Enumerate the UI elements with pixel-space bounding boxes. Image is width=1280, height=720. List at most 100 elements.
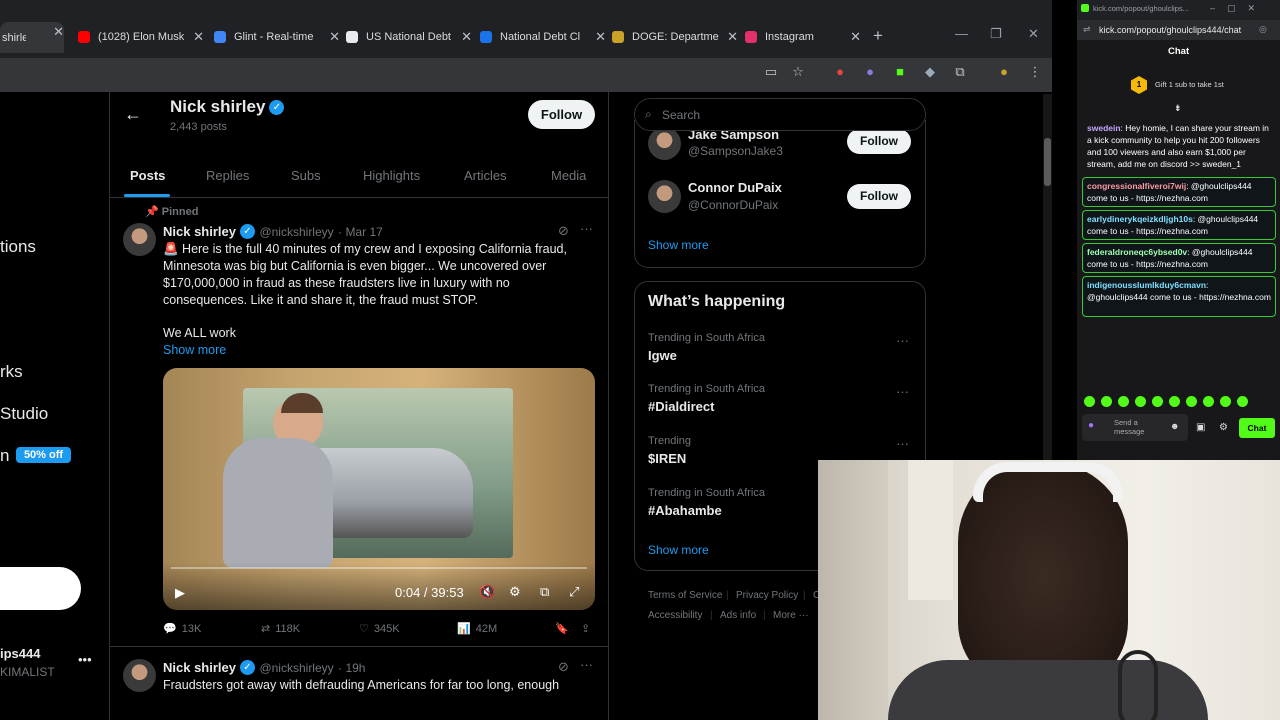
browser-tab[interactable]: Instagram ✕ (745, 27, 861, 47)
tab-close-icon[interactable]: ✕ (329, 29, 340, 45)
footer-more[interactable]: More ··· (773, 610, 809, 621)
nav-item-premium[interactable]: n (0, 446, 9, 466)
suggestion-name[interactable]: Connor DuPaix (688, 180, 782, 195)
settings-gear-icon[interactable]: ⚙ (509, 584, 521, 600)
gift-sub-text[interactable]: Gift 1 sub to take 1st (1155, 80, 1224, 89)
tab-close-icon[interactable]: ✕ (193, 29, 204, 45)
eye-off-icon[interactable]: ◎ (1259, 24, 1267, 35)
chat-username[interactable]: indigenousslumlkduy6cmavn (1087, 280, 1206, 290)
chat-settings-icon[interactable]: ⚙ (1219, 422, 1228, 433)
emote-icon[interactable] (1101, 396, 1112, 407)
extension-shield-icon[interactable]: ◆ (922, 64, 938, 80)
nav-item-studio[interactable]: Studio (0, 404, 48, 424)
trend-more-icon[interactable]: ··· (896, 384, 909, 399)
video-progress-bar[interactable] (171, 567, 587, 569)
tweet-author-name[interactable]: Nick shirley (163, 660, 236, 675)
suggestion-handle[interactable]: @SampsonJake3 (688, 144, 783, 158)
tab-media[interactable]: Media (551, 168, 586, 183)
trend-name[interactable]: #Abahambe (648, 503, 722, 518)
profile-avatar-icon[interactable]: ● (996, 64, 1012, 80)
post-button[interactable] (0, 567, 81, 610)
trend-name[interactable]: #Dialdirect (648, 399, 714, 414)
pinned-chevron-icon[interactable]: ⇟ (1174, 103, 1182, 114)
grok-icon[interactable]: ⊘ (558, 223, 569, 239)
views-button[interactable]: 📊 42M (457, 622, 497, 636)
nav-item-notifications[interactable]: tions (0, 237, 36, 257)
avatar[interactable] (648, 127, 681, 160)
browser-menu-icon[interactable]: ⋮ (1027, 64, 1043, 80)
tab-close-icon[interactable]: ✕ (461, 29, 472, 45)
browser-tab[interactable]: US National Debt ✕ (346, 27, 472, 47)
suggestion-follow-button[interactable]: Follow (847, 129, 911, 154)
extension-ghost-icon[interactable]: ● (862, 64, 878, 80)
browser-tab[interactable]: (1028) Elon Musk ✕ (78, 27, 204, 47)
tweet-video[interactable]: ▶ 0:04 / 39:53 🔇 ⚙ ⧉ ⤢ (163, 368, 595, 610)
search-box[interactable]: ⌕ Search (634, 98, 926, 131)
chat-username[interactable]: congressionalfiveroi7wij (1087, 181, 1186, 191)
play-icon[interactable]: ▶ (175, 585, 185, 601)
chat-username[interactable]: earlydinerykqeizkdljgh10s (1087, 214, 1193, 224)
minimize-icon[interactable]: — (955, 26, 968, 41)
browser-tab[interactable]: National Debt Cl ✕ (480, 27, 606, 47)
show-more-trends-link[interactable]: Show more (648, 543, 709, 557)
bookmark-icon[interactable]: 🔖 (555, 622, 569, 635)
trend-more-icon[interactable]: ··· (896, 436, 909, 451)
footer-ads-info[interactable]: Ads info (720, 610, 756, 621)
suggestion-follow-button[interactable]: Follow (847, 184, 911, 209)
tab-close-icon[interactable]: ✕ (53, 24, 64, 40)
tweet-more-icon[interactable]: ··· (580, 221, 593, 236)
repost-button[interactable]: ⇄ 118K (261, 622, 300, 636)
browser-tab[interactable]: shirley (✕ (0, 22, 64, 53)
gift-icon[interactable]: ▣ (1196, 422, 1205, 433)
account-more-icon[interactable]: ••• (78, 652, 92, 667)
account-handle[interactable]: ips444 (0, 646, 40, 661)
restore-icon[interactable]: ❐ (990, 26, 1002, 42)
trend-name[interactable]: Igwe (648, 348, 677, 363)
tab-replies[interactable]: Replies (206, 168, 249, 183)
chat-input[interactable]: ● Send a message ☻ (1082, 414, 1188, 441)
cast-icon[interactable]: ▭ (763, 64, 779, 80)
tweet-more-icon[interactable]: ··· (580, 657, 593, 672)
emote-icon[interactable] (1152, 396, 1163, 407)
bookmark-star-icon[interactable]: ☆ (790, 64, 806, 80)
tab-subs[interactable]: Subs (291, 168, 321, 183)
extension-kick-icon[interactable]: ■ (892, 64, 908, 80)
emote-icon[interactable] (1169, 396, 1180, 407)
suggestion-handle[interactable]: @ConnorDuPaix (688, 198, 778, 212)
share-icon[interactable]: ⇪ (581, 622, 590, 635)
tab-posts[interactable]: Posts (130, 168, 165, 183)
emote-icon[interactable] (1118, 396, 1129, 407)
tweet-author-handle[interactable]: @nickshirleyy (259, 225, 333, 239)
back-arrow-icon[interactable]: ← (124, 104, 142, 125)
trend-name[interactable]: $IREN (648, 451, 686, 466)
pip-icon[interactable]: ⧉ (540, 584, 549, 600)
trend-more-icon[interactable]: ··· (896, 333, 909, 348)
new-tab-button[interactable]: + (873, 26, 883, 46)
footer-terms[interactable]: Terms of Service (648, 590, 722, 601)
tweet-date[interactable]: · Mar 17 (338, 225, 383, 239)
nav-item-bookmarks[interactable]: rks (0, 362, 23, 382)
send-chat-button[interactable]: Chat (1239, 418, 1275, 438)
browser-tab[interactable]: Glint - Real-time ✕ (214, 27, 340, 47)
tab-articles[interactable]: Articles (464, 168, 507, 183)
tweet-date[interactable]: · 19h (338, 661, 365, 675)
tab-close-icon[interactable]: ✕ (727, 29, 738, 45)
chat-username[interactable]: federaldroneqc6ybsed0v (1087, 247, 1187, 257)
tab-highlights[interactable]: Highlights (363, 168, 420, 183)
extensions-puzzle-icon[interactable]: ⧉ (952, 64, 968, 80)
footer-privacy[interactable]: Privacy Policy (736, 590, 798, 601)
browser-tab[interactable]: DOGE: Departme ✕ (612, 27, 738, 47)
close-window-icon[interactable]: ✕ (1028, 26, 1039, 42)
footer-accessibility[interactable]: Accessibility (648, 610, 702, 621)
fullscreen-icon[interactable]: ⤢ (569, 584, 579, 600)
emote-icon[interactable] (1135, 396, 1146, 407)
reply-button[interactable]: 💬 13K (163, 622, 201, 636)
profile-follow-button[interactable]: Follow (528, 100, 595, 129)
chat-username[interactable]: swedein (1087, 123, 1121, 133)
grok-icon[interactable]: ⊘ (558, 659, 569, 675)
extension-fox-icon[interactable]: ● (832, 64, 848, 80)
avatar[interactable] (123, 659, 156, 692)
tweet-author-handle[interactable]: @nickshirleyy (259, 661, 333, 675)
popout-settings-icon[interactable]: ⇌ (1083, 24, 1091, 35)
tab-close-icon[interactable]: ✕ (850, 29, 861, 45)
